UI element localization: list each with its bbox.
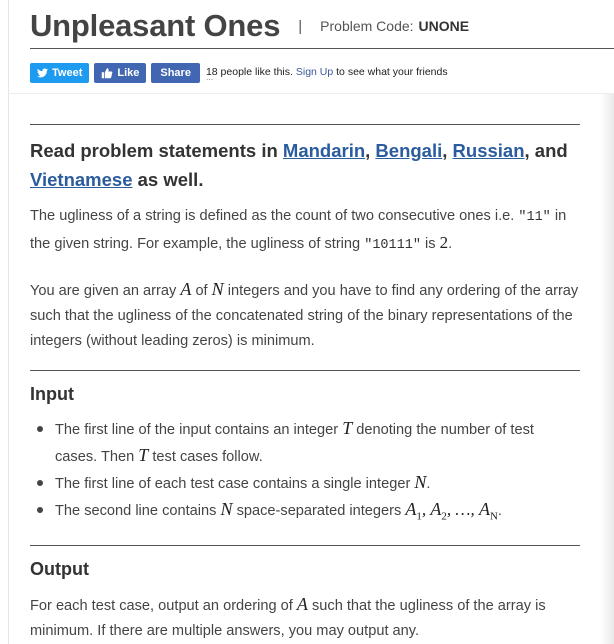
math-variable: A [430, 499, 442, 519]
math-variable: A [296, 593, 308, 614]
card-top-edge [8, 93, 614, 94]
problem-code-label: Problem Code: [320, 18, 414, 34]
language-link-russian[interactable]: Russian [453, 140, 525, 161]
language-link-vietnamese[interactable]: Vietnamese [30, 169, 133, 190]
signup-link[interactable]: Sign Up [296, 66, 333, 78]
math-variable: A [478, 499, 490, 519]
problem-title: Unpleasant Ones [30, 8, 281, 43]
share-label: Share [160, 67, 191, 79]
math-sequence: A1, A2, …, AN [405, 499, 498, 523]
list-text: The first line of the input contains an … [55, 422, 339, 438]
twitter-bird-icon [37, 68, 48, 78]
list-text: test cases follow. [152, 449, 263, 465]
bullet-icon [37, 480, 43, 486]
statement-text: The ugliness of a string is defined as t… [30, 208, 515, 224]
code-snippet: "10111" [364, 238, 421, 253]
list-text: space-separated integers [236, 503, 402, 519]
header-separator: | [298, 17, 303, 35]
facebook-share-button[interactable]: Share [151, 63, 200, 83]
divider [30, 544, 580, 546]
math-variable: T [342, 418, 353, 438]
math-ellipsis: … [455, 500, 471, 519]
statement-text: . [448, 236, 453, 252]
list-text: . [497, 503, 502, 519]
list-text: The first line of each test case contain… [55, 476, 411, 492]
list-item: The first line of the input contains an … [37, 416, 580, 470]
facebook-like-button[interactable]: Like [94, 63, 147, 83]
tweet-label: Tweet [52, 67, 83, 79]
problem-header: Unpleasant Ones | Problem Code: UNONE [30, 6, 469, 46]
bullet-icon [37, 507, 43, 513]
header-divider [30, 48, 614, 49]
language-link-bengali[interactable]: Bengali [375, 140, 442, 161]
list-item: The second line contains N space-separat… [37, 497, 580, 530]
language-link-mandarin[interactable]: Mandarin [283, 140, 365, 161]
language-separator: , [365, 140, 371, 161]
math-variable: A [405, 499, 417, 519]
social-bar: Tweet Like Share 18 people like this. Si… [30, 63, 468, 85]
output-heading: Output [30, 558, 89, 579]
statement-text: is [425, 236, 436, 252]
facebook-likes-text: 18 people like this. Sign Up to see what… [206, 66, 468, 80]
output-text: For each test case, output an ordering o… [30, 597, 293, 614]
language-note-prefix: Read problem statements in [30, 140, 278, 161]
thumbs-up-icon [102, 68, 113, 79]
left-border [8, 0, 9, 644]
tweet-button[interactable]: Tweet [30, 63, 90, 83]
statement-text: of [195, 283, 208, 299]
math-value: 2 [439, 233, 449, 252]
problem-statement: Read problem statements in Mandarin, Ben… [30, 124, 580, 644]
like-label: Like [117, 67, 140, 79]
math-variable: T [138, 445, 149, 465]
language-separator: , and [524, 140, 568, 161]
statement-text: You are given an array [30, 283, 177, 299]
math-variable: N [414, 472, 427, 492]
list-item: The first line of each test case contain… [37, 470, 580, 497]
math-variable: N [211, 279, 224, 299]
list-text: . [426, 476, 431, 492]
output-paragraph: For each test case, output an ordering o… [30, 592, 580, 644]
language-separator: , [442, 140, 448, 161]
math-variable: N [220, 499, 233, 519]
language-note-suffix: as well. [137, 169, 204, 190]
math-subscript: N [489, 510, 498, 523]
problem-code-value: UNONE [418, 18, 470, 34]
math-variable: A [180, 279, 192, 299]
input-list: The first line of the input contains an … [30, 416, 580, 530]
input-heading: Input [30, 384, 74, 404]
card-right-shadow [600, 94, 614, 644]
list-text: The second line contains [55, 503, 217, 519]
likes-count-text: 18 people like this. [205, 66, 293, 78]
statement-paragraph-2: You are given an array A of N integers a… [30, 277, 580, 354]
bullet-icon [37, 426, 43, 432]
divider [30, 370, 580, 371]
divider [30, 124, 580, 125]
language-note: Read problem statements in Mandarin, Ben… [30, 136, 580, 194]
problem-page: Unpleasant Ones | Problem Code: UNONE Tw… [0, 0, 614, 644]
code-snippet: "11" [518, 210, 551, 225]
statement-paragraph-1: The ugliness of a string is defined as t… [30, 204, 580, 258]
